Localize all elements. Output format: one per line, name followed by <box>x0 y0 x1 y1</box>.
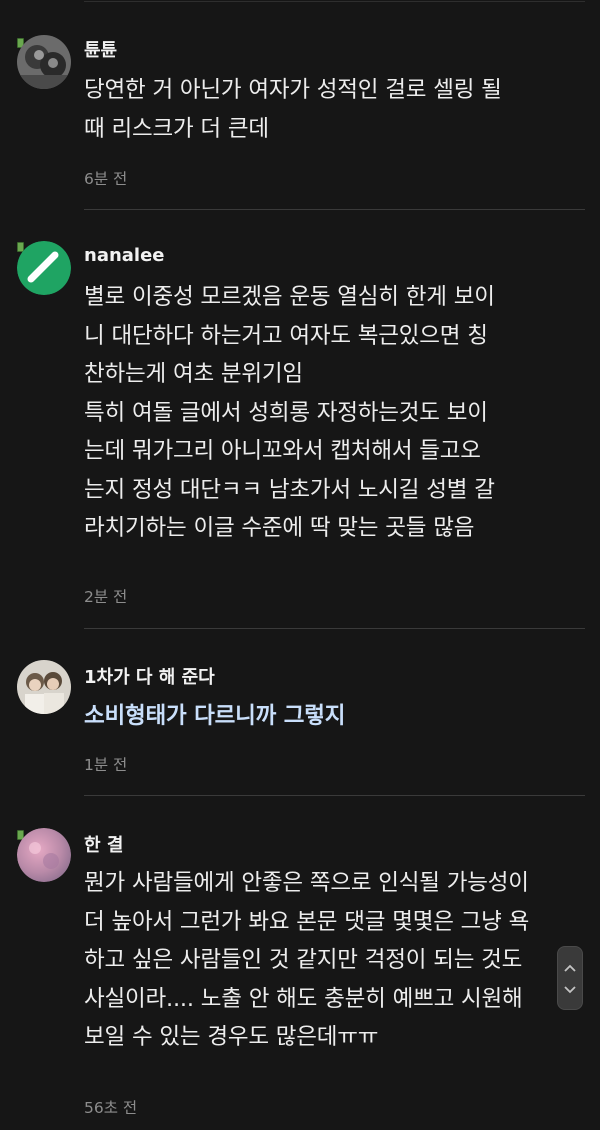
comment-line: 뭔가 사람들에게 안좋은 쪽으로 인식될 가능성이 <box>84 870 529 896</box>
comment-line: 당연한 거 아닌가 여자가 성적인 걸로 셀링 될 <box>84 77 502 103</box>
chevron-down-icon[interactable] <box>558 983 582 997</box>
chevron-up-icon[interactable] <box>558 961 582 975</box>
comment-line: 니 대단하다 하는거고 여자도 복근있으면 칭 <box>84 322 488 349</box>
comment-line: 특히 여돌 글에서 성희롱 자정하는것도 보이 <box>84 399 488 426</box>
comment-text: 당연한 거 아닌가 여자가 성적인 걸로 셀링 될 때 리스크가 더 큰데 <box>84 71 584 148</box>
comment-line: 더 높아서 그런가 봐요 본문 댓글 몇몇은 그냥 욕 <box>84 908 530 935</box>
comment-timestamp: 56초 전 <box>84 1099 138 1117</box>
avatar[interactable] <box>17 828 71 882</box>
avatar[interactable] <box>17 660 71 714</box>
comment-author[interactable]: 튠튠 <box>84 36 117 62</box>
comment-divider <box>84 209 585 210</box>
comment-line: 는데 뭐가그리 아니꼬와서 캡처해서 들고오 <box>84 438 481 464</box>
comment-divider <box>84 628 585 629</box>
comment-text: 소비형태가 다르니까 그렇지 <box>84 697 584 736</box>
comment-timestamp: 2분 전 <box>84 588 128 606</box>
comment-line: 찬하는게 여초 분위기임 <box>84 361 303 387</box>
avatar[interactable] <box>17 241 71 295</box>
top-divider <box>84 1 585 2</box>
comment-line: 별로 이중성 모르겠음 운동 열심히 한게 보이 <box>84 284 495 310</box>
comment-author[interactable]: 한 결 <box>84 831 123 857</box>
comment-line: 소비형태가 다르니까 그렇지 <box>84 703 346 729</box>
comment-line: 라치기하는 이글 수준에 딱 맞는 곳들 많음 <box>84 515 475 541</box>
comment-divider <box>84 795 585 796</box>
comment-line: 사실이라.... 노출 안 해도 충분히 예쁘고 시원해 <box>84 985 523 1012</box>
comment-line: 는지 정성 대단ㅋㅋ 남초가서 노시길 성별 갈 <box>84 476 495 503</box>
avatar[interactable] <box>17 35 71 89</box>
comment-timestamp: 1분 전 <box>84 756 128 774</box>
comment-text: 별로 이중성 모르겠음 운동 열심히 한게 보이 니 대단하다 하는거고 여자도… <box>84 278 584 548</box>
comment-text: 뭔가 사람들에게 안좋은 쪽으로 인식될 가능성이 더 높아서 그런가 봐요 본… <box>84 864 584 1057</box>
comment-author[interactable]: nanalee <box>84 245 165 266</box>
comment-author[interactable]: 1차가 다 해 준다 <box>84 663 215 689</box>
comment-line: 때 리스크가 더 큰데 <box>84 115 269 142</box>
scroll-handle[interactable] <box>557 946 583 1010</box>
comment-line: 하고 싶은 사람들인 것 같지만 걱정이 되는 것도 <box>84 947 523 973</box>
comment-timestamp: 6분 전 <box>84 170 128 188</box>
comment-line: 보일 수 있는 경우도 많은데ㅠㅠ <box>84 1024 379 1050</box>
